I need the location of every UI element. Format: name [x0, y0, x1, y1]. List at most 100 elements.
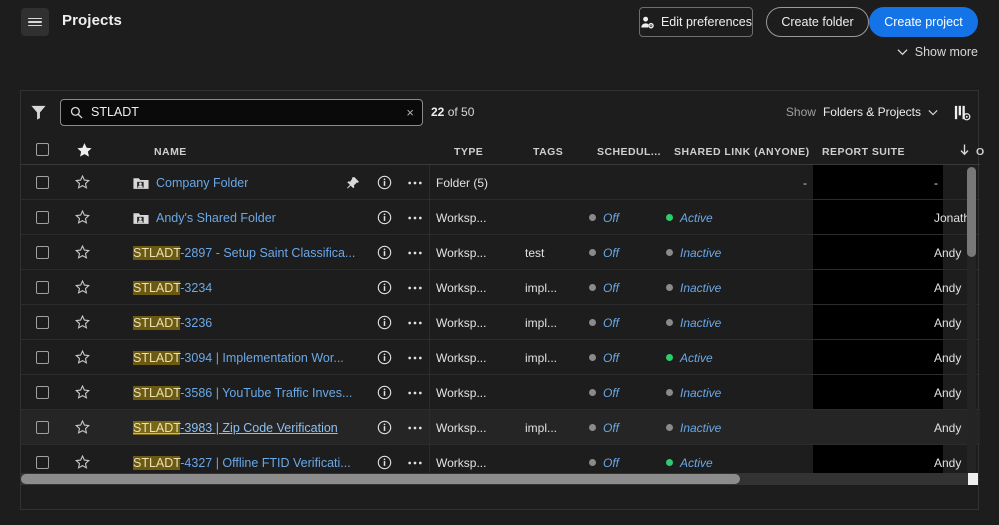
more-actions-icon[interactable]: [407, 320, 423, 326]
info-icon[interactable]: [377, 210, 392, 225]
vertical-scroll-thumb[interactable]: [967, 167, 976, 257]
row-favorite-button[interactable]: [75, 305, 90, 340]
clear-search-icon[interactable]: ×: [406, 104, 414, 122]
info-icon[interactable]: [377, 420, 392, 435]
row-favorite-button[interactable]: [75, 410, 90, 445]
pin-icon[interactable]: [346, 176, 360, 190]
row-more-button[interactable]: [407, 410, 423, 445]
row-checkbox[interactable]: [36, 235, 49, 270]
row-name-link[interactable]: Andy's Shared Folder: [156, 211, 276, 225]
create-project-button[interactable]: Create project: [869, 7, 978, 37]
info-icon[interactable]: [377, 280, 392, 295]
row-checkbox[interactable]: [36, 270, 49, 305]
column-header-type[interactable]: TYPE: [454, 146, 483, 158]
row-more-button[interactable]: [407, 165, 423, 200]
hamburger-menu-button[interactable]: [21, 8, 49, 36]
row-name-link[interactable]: STLADT-3236: [133, 316, 212, 330]
row-name-link[interactable]: STLADT-3586 | YouTube Traffic Inves...: [133, 386, 352, 400]
row-favorite-button[interactable]: [75, 270, 90, 305]
table-row[interactable]: STLADT-3094 | Implementation Wor...Works…: [21, 340, 980, 375]
column-header-shared-link[interactable]: SHARED LINK (ANYONE): [674, 146, 810, 158]
more-actions-icon[interactable]: [407, 180, 423, 186]
row-more-button[interactable]: [407, 375, 423, 410]
row-more-button[interactable]: [407, 235, 423, 270]
row-name-link[interactable]: STLADT-3094 | Implementation Wor...: [133, 351, 344, 365]
row-name-link[interactable]: STLADT-3983 | Zip Code Verification: [133, 421, 338, 435]
row-info-button[interactable]: [377, 375, 392, 410]
favorite-star-icon[interactable]: [75, 315, 90, 330]
row-checkbox[interactable]: [36, 375, 49, 410]
row-favorite-button[interactable]: [75, 375, 90, 410]
search-input[interactable]: STLADT ×: [60, 99, 423, 126]
favorite-star-icon[interactable]: [75, 385, 90, 400]
show-more-toggle[interactable]: Show more: [897, 45, 978, 59]
table-row[interactable]: STLADT-3234Worksp...impl...OffInactiveAn…: [21, 270, 980, 305]
row-checkbox[interactable]: [36, 305, 49, 340]
row-name-link[interactable]: STLADT-4327 | Offline FTID Verificati...: [133, 456, 351, 470]
select-all-checkbox[interactable]: [36, 143, 49, 156]
more-actions-icon[interactable]: [407, 250, 423, 256]
row-info-button[interactable]: [377, 165, 392, 200]
row-more-button[interactable]: [407, 340, 423, 375]
info-icon[interactable]: [377, 455, 392, 470]
more-actions-icon[interactable]: [407, 460, 423, 466]
row-name-link[interactable]: STLADT-2897 - Setup Saint Classifica...: [133, 246, 355, 260]
info-icon[interactable]: [377, 385, 392, 400]
more-actions-icon[interactable]: [407, 390, 423, 396]
row-info-button[interactable]: [377, 410, 392, 445]
column-settings-icon[interactable]: [953, 103, 972, 122]
info-icon[interactable]: [377, 315, 392, 330]
favorite-star-icon[interactable]: [75, 210, 90, 225]
favorite-star-icon[interactable]: [75, 455, 90, 470]
column-header-owner[interactable]: O: [976, 146, 985, 158]
row-checkbox[interactable]: [36, 200, 49, 235]
column-header-name[interactable]: NAME: [154, 146, 187, 158]
favorite-star-icon[interactable]: [75, 350, 90, 365]
create-folder-button[interactable]: Create folder: [766, 7, 869, 37]
row-favorite-button[interactable]: [75, 235, 90, 270]
row-checkbox[interactable]: [36, 410, 49, 445]
row-checkbox[interactable]: [36, 340, 49, 375]
column-header-report-suite[interactable]: REPORT SUITE: [822, 146, 905, 158]
row-favorite-button[interactable]: [75, 200, 90, 235]
favorite-star-icon[interactable]: [75, 420, 90, 435]
row-favorite-button[interactable]: [75, 165, 90, 200]
vertical-scrollbar[interactable]: [967, 167, 976, 474]
favorites-star-icon[interactable]: [76, 142, 93, 159]
row-more-button[interactable]: [407, 270, 423, 305]
info-icon[interactable]: [377, 175, 392, 190]
favorite-star-icon[interactable]: [75, 245, 90, 260]
row-checkbox[interactable]: [36, 165, 49, 200]
row-name-link[interactable]: STLADT-3234: [133, 281, 212, 295]
column-header-tags[interactable]: TAGS: [533, 146, 563, 158]
row-info-button[interactable]: [377, 305, 392, 340]
info-icon[interactable]: [377, 245, 392, 260]
row-info-button[interactable]: [377, 340, 392, 375]
horizontal-scrollbar[interactable]: [21, 473, 978, 485]
horizontal-scroll-thumb[interactable]: [21, 474, 740, 484]
row-more-button[interactable]: [407, 305, 423, 340]
info-icon[interactable]: [377, 350, 392, 365]
filter-icon[interactable]: [30, 104, 47, 121]
table-row[interactable]: Andy's Shared FolderWorksp...OffActiveJo…: [21, 200, 980, 235]
table-row[interactable]: STLADT-3983 | Zip Code VerificationWorks…: [21, 410, 980, 445]
row-info-button[interactable]: [377, 235, 392, 270]
table-row[interactable]: STLADT-3236Worksp...impl...OffInactiveAn…: [21, 305, 980, 340]
table-row[interactable]: STLADT-2897 - Setup Saint Classifica...W…: [21, 235, 980, 270]
more-actions-icon[interactable]: [407, 215, 423, 221]
favorite-star-icon[interactable]: [75, 175, 90, 190]
more-actions-icon[interactable]: [407, 425, 423, 431]
favorite-star-icon[interactable]: [75, 280, 90, 295]
table-row[interactable]: STLADT-3586 | YouTube Traffic Inves...Wo…: [21, 375, 980, 410]
row-info-button[interactable]: [377, 200, 392, 235]
sort-descending-icon[interactable]: [959, 144, 970, 156]
column-header-schedule[interactable]: SCHEDUL...: [597, 146, 661, 158]
row-info-button[interactable]: [377, 270, 392, 305]
show-filter-dropdown[interactable]: Show Folders & Projects: [786, 105, 938, 119]
row-name-link[interactable]: Company Folder: [156, 176, 248, 190]
more-actions-icon[interactable]: [407, 355, 423, 361]
row-pin-button[interactable]: [346, 165, 360, 200]
row-more-button[interactable]: [407, 200, 423, 235]
row-favorite-button[interactable]: [75, 340, 90, 375]
edit-preferences-button[interactable]: Edit preferences: [639, 7, 753, 37]
